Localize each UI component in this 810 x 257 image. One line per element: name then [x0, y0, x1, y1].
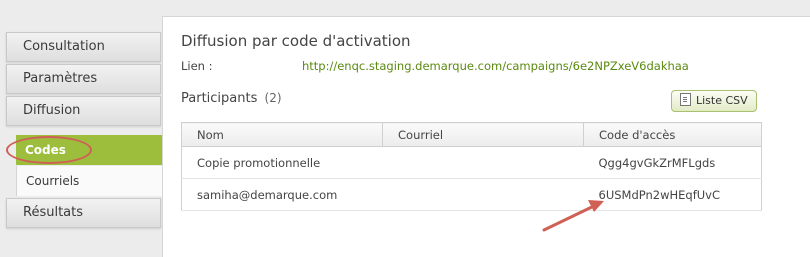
table-row[interactable]: samiha@demarque.com 6USMdPn2wHEqfUvC — [181, 178, 762, 211]
sidebar-subitem-courriels[interactable]: Courriels — [16, 166, 168, 196]
cell-code: Qgg4gvGkZrMFLgds — [583, 146, 762, 179]
cell-code: 6USMdPn2wHEqfUvC — [583, 178, 762, 211]
csv-button-label: Liste CSV — [696, 94, 748, 107]
cell-courriel — [382, 146, 584, 179]
main-panel: Diffusion par code d'activation Lien : h… — [162, 16, 810, 257]
sidebar-item-parametres[interactable]: Paramètres — [6, 64, 161, 94]
link-label: Lien : — [181, 59, 213, 73]
participants-count: (2) — [264, 91, 282, 105]
campaign-link[interactable]: http://enqc.staging.demarque.com/campaig… — [302, 59, 689, 73]
sidebar-item-diffusion[interactable]: Diffusion — [6, 96, 161, 126]
sidebar-item-resultats[interactable]: Résultats — [6, 198, 161, 228]
column-header-courriel[interactable]: Courriel — [382, 122, 584, 147]
cell-nom: Copie promotionnelle — [181, 146, 383, 179]
cell-nom: samiha@demarque.com — [181, 178, 383, 211]
sidebar-subitem-codes[interactable]: Codes — [16, 135, 177, 165]
participants-table: Nom Courriel Code d'accès Copie promotio… — [181, 122, 762, 211]
document-icon — [680, 93, 691, 106]
column-header-nom[interactable]: Nom — [181, 122, 383, 147]
participants-label: Participants — [181, 91, 258, 106]
column-header-code[interactable]: Code d'accès — [583, 122, 762, 147]
participants-heading: Participants (2) — [181, 91, 282, 106]
page-title: Diffusion par code d'activation — [181, 32, 411, 50]
sidebar-subitem-label: Codes — [25, 143, 66, 157]
table-row[interactable]: Copie promotionnelle Qgg4gvGkZrMFLgds — [181, 146, 762, 179]
cell-courriel — [382, 178, 584, 211]
table-header-row: Nom Courriel Code d'accès — [181, 122, 762, 147]
csv-list-button[interactable]: Liste CSV — [671, 90, 757, 112]
sidebar-item-consultation[interactable]: Consultation — [6, 32, 161, 62]
